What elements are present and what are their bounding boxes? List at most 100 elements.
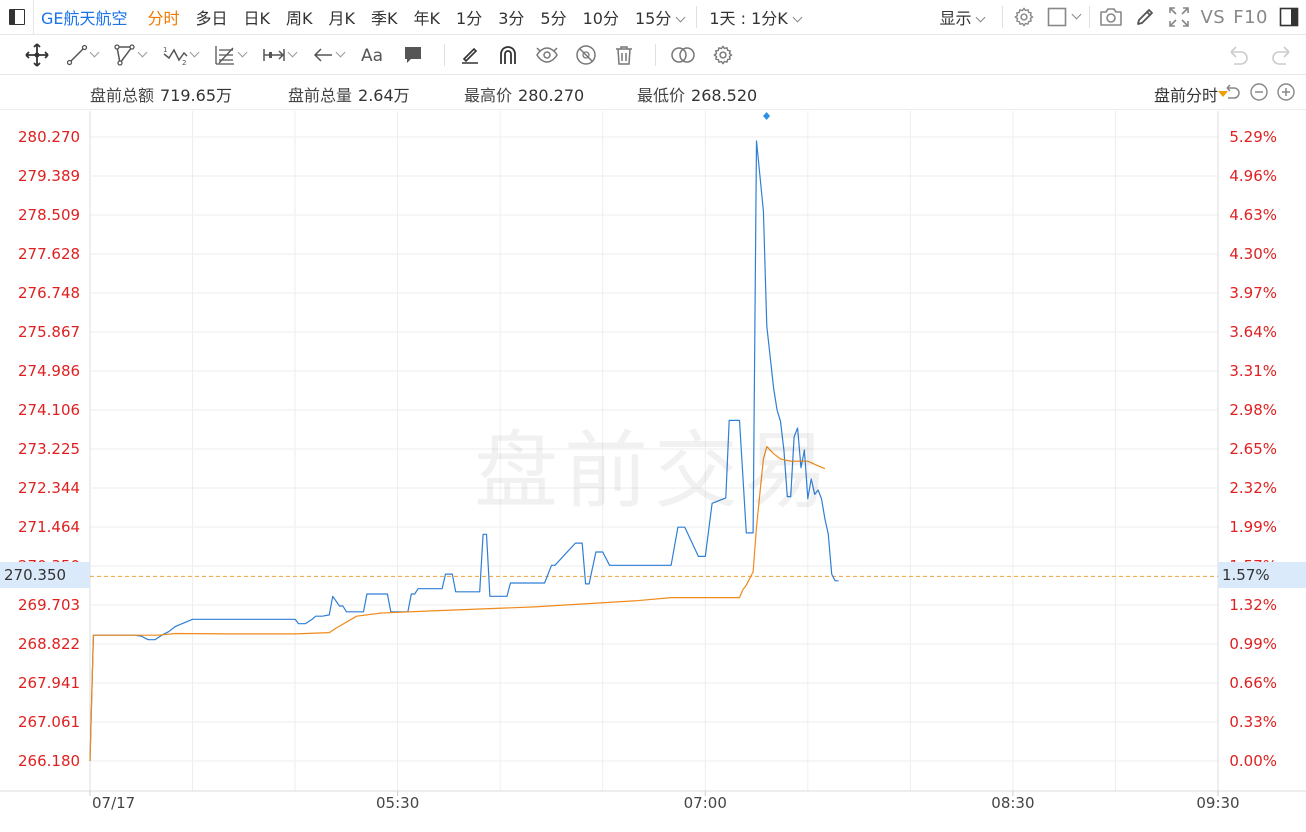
y-axis-right-tick: 2.65% [1229,440,1277,458]
timeshare-chart[interactable]: 280.270 5.29% 279.389 4.96% 278.509 4.63% 277.… [0,111,1306,832]
range-measure-icon [263,49,285,61]
y-axis-right-tick: 3.97% [1229,284,1277,302]
move-tool-button[interactable] [24,36,50,75]
panel-toggle-button[interactable] [1272,0,1306,35]
wave-tool-dropdown[interactable]: 12 [162,36,200,75]
premarket-watermark: 盘前交易 [474,422,835,520]
arrow-tool-dropdown[interactable] [312,36,346,75]
square-layout-icon [1047,7,1067,27]
eye-lock-icon [536,47,558,63]
display-label: 显示 [939,9,972,28]
tab-multi-day[interactable]: 多日 [188,5,236,29]
fib-tool-dropdown[interactable] [214,36,248,75]
stat-low-label: 最低价 [637,86,686,105]
tab-15min-label: 15分 [634,9,672,28]
fullscreen-button[interactable] [1162,0,1196,35]
tab-5min[interactable]: 5分 [532,5,574,29]
wave-pattern-icon: 12 [163,46,188,66]
chevron-down-icon [976,12,986,23]
tab-daily-k[interactable]: 日K [236,5,279,29]
y-axis-left-tick: 276.748 [18,284,80,302]
tab-quarterly-k[interactable]: 季K [363,5,406,29]
hide-drawings-button[interactable] [575,36,597,75]
pen-style-button[interactable] [459,36,481,75]
zoom-out-icon[interactable] [1249,82,1269,102]
top-toolbar: GE航天航空 分时 多日 日K 周K 月K 季K 年K 1分 3分 5分 10分… [0,0,1306,35]
stat-low: 最低价 268.520 [637,82,757,106]
y-axis-left-tick: 268.822 [18,635,80,653]
multi-interval-dropdown[interactable]: 1天 : 1分K [701,5,808,29]
tab-weekly-k[interactable]: 周K [278,5,321,29]
crosshair-percent-label: 1.57% [1218,562,1306,588]
right-panel-icon [1279,7,1299,27]
chevron-down-icon [792,12,803,23]
reset-icon[interactable] [1222,82,1242,102]
stat-high: 最高价 280.270 [464,82,584,106]
tab-timeshare[interactable]: 分时 [140,5,188,29]
undo-icon[interactable] [1226,44,1250,66]
drawing-settings-button[interactable] [712,36,734,75]
note-tool-button[interactable] [402,36,424,75]
magnet-button[interactable] [497,36,519,75]
f10-button[interactable]: F10 [1229,7,1272,28]
arrow-left-icon [313,48,332,62]
stat-high-label: 最高价 [464,86,513,105]
x-axis-tick: 08:30 [991,794,1034,812]
tab-15min-dropdown[interactable]: 15分 [627,5,692,29]
stat-low-value: 268.520 [691,86,758,105]
delete-drawings-button[interactable] [613,36,635,75]
y-axis-left-tick: 272.344 [18,479,80,497]
undo-redo [1226,44,1306,66]
x-axis-tick: 05:30 [376,794,419,812]
measure-tool-dropdown[interactable] [262,36,298,75]
display-dropdown[interactable]: 显示 [931,5,998,29]
crosshair-price-label: 270.350 [0,562,90,588]
tab-10min[interactable]: 10分 [575,5,627,29]
divider [696,6,698,28]
vs-compare-button[interactable]: VS [1196,7,1229,28]
line-tool-dropdown[interactable] [66,36,100,75]
sidebar-toggle-button[interactable] [0,0,34,35]
y-axis-right-tick: 4.63% [1229,206,1277,224]
symbol-name[interactable]: GE航天航空 [34,5,140,29]
y-axis-right-tick: 0.99% [1229,635,1277,653]
tab-yearly-k[interactable]: 年K [406,5,449,29]
sidebar-toggle-icon [8,9,25,25]
text-icon: Aa [361,46,383,66]
tab-monthly-k[interactable]: 月K [321,5,364,29]
chevron-down-icon [675,12,686,23]
y-axis-left-tick: 266.180 [18,752,80,770]
stat-volume: 盘前总量 2.64万 [288,82,410,106]
shape-tool-dropdown[interactable] [114,36,148,75]
layout-dropdown[interactable] [1041,0,1085,35]
lock-drawings-button[interactable] [535,36,559,75]
trend-line-icon [66,44,88,66]
text-tool-button[interactable]: Aa [360,36,386,75]
polygon-icon [114,44,135,66]
y-axis-left-tick: 271.464 [18,518,80,536]
fibonacci-icon [215,46,234,65]
y-axis-right-tick: 1.32% [1229,596,1277,614]
tab-1min[interactable]: 1分 [448,5,490,29]
y-axis-right-tick: 0.33% [1229,713,1277,731]
premarket-mode-dropdown[interactable]: 盘前分时 [1154,82,1218,106]
divider [655,44,656,66]
y-axis-left-tick: 267.941 [18,674,80,692]
trash-icon [616,46,632,65]
y-axis-right-tick: 4.30% [1229,245,1277,263]
toggle-circles-icon [671,47,695,63]
stat-amount-value: 719.65万 [160,86,233,105]
zoom-in-icon[interactable] [1276,82,1296,102]
magnet-icon [500,46,516,64]
pen-line-icon [462,47,478,64]
y-axis-left-tick: 280.270 [18,128,80,146]
y-axis-left-tick: 274.106 [18,401,80,419]
draw-button[interactable] [1128,0,1162,35]
x-axis-tick: 07/17 [92,794,135,812]
y-axis-right-tick: 5.29% [1229,128,1277,146]
tab-3min[interactable]: 3分 [490,5,532,29]
redo-icon[interactable] [1270,44,1294,66]
settings-button[interactable] [1007,0,1041,35]
screenshot-button[interactable] [1094,0,1128,35]
compare-toggle-button[interactable] [670,36,696,75]
